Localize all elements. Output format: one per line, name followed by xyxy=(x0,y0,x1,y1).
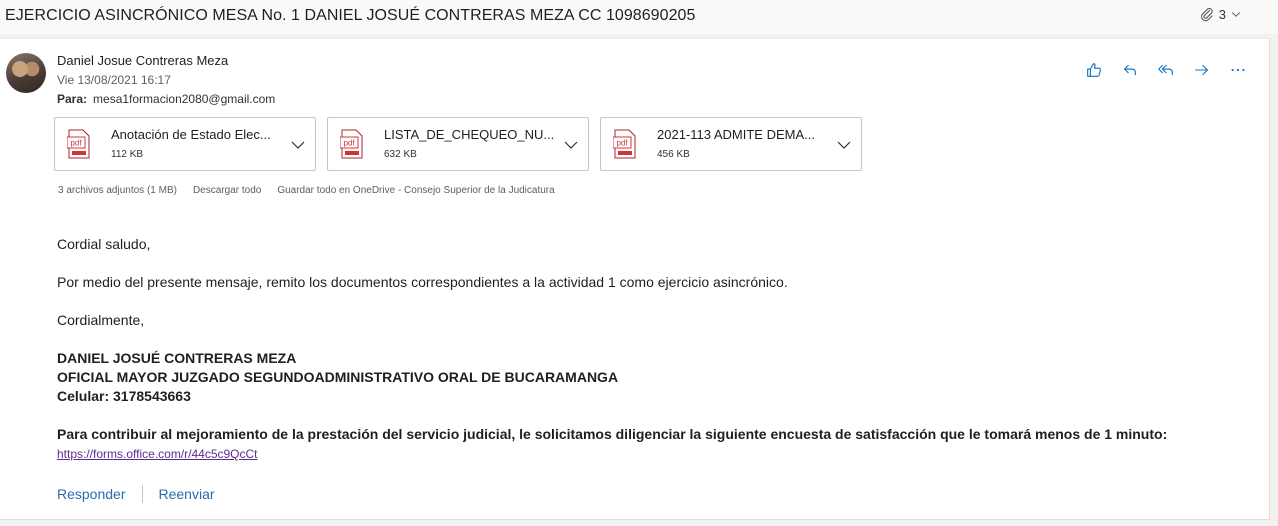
subject-bar: EJERCICIO ASINCRÓNICO MESA No. 1 DANIEL … xyxy=(0,0,1278,34)
signature-name: DANIEL JOSUÉ CONTRERAS MEZA xyxy=(57,350,297,366)
svg-text:pdf: pdf xyxy=(70,139,82,148)
email-reading-pane: Daniel Josue Contreras Meza Vie 13/08/20… xyxy=(0,38,1270,520)
attachment-size: 112 KB xyxy=(111,149,144,160)
sent-date: Vie 13/08/2021 16:17 xyxy=(57,73,171,87)
like-button[interactable] xyxy=(1083,59,1105,81)
svg-text:pdf: pdf xyxy=(343,139,355,148)
chevron-down-icon[interactable] xyxy=(289,136,307,154)
pdf-icon: pdf xyxy=(613,129,636,159)
closing: Cordialmente, xyxy=(57,312,145,328)
more-icon xyxy=(1231,68,1245,72)
sender-name[interactable]: Daniel Josue Contreras Meza xyxy=(57,53,228,68)
signature: DANIEL JOSUÉ CONTRERAS MEZA OFICIAL MAYO… xyxy=(57,349,618,406)
avatar[interactable] xyxy=(6,53,46,93)
like-icon xyxy=(1087,63,1101,77)
attachment-card[interactable]: pdf Anotación de Estado Elec... 112 KB xyxy=(54,117,316,171)
attachment-name: 2021-113 ADMITE DEMA... xyxy=(657,127,815,142)
attachment-size: 456 KB xyxy=(657,149,690,160)
to-label: Para: xyxy=(57,92,88,106)
signature-title: OFICIAL MAYOR JUZGADO SEGUNDOADMINISTRAT… xyxy=(57,369,619,385)
signature-phone: Celular: 3178543663 xyxy=(57,388,191,404)
forward-link[interactable]: Reenviar xyxy=(159,486,215,502)
reply-icon xyxy=(1124,64,1136,76)
attachment-count-button[interactable]: 3 xyxy=(1199,6,1242,22)
reply-button[interactable] xyxy=(1119,59,1141,81)
attachment-name: Anotación de Estado Elec... xyxy=(111,127,271,142)
svg-text:pdf: pdf xyxy=(616,139,628,148)
reply-all-button[interactable] xyxy=(1155,59,1177,81)
attachment-summary: 3 archivos adjuntos (1 MB) xyxy=(58,185,177,196)
download-all-link[interactable]: Descargar todo xyxy=(193,185,261,196)
reply-all-icon xyxy=(1158,64,1173,76)
chevron-down-icon[interactable] xyxy=(835,136,853,154)
message-actions xyxy=(1083,59,1249,81)
footer-actions: Responder Reenviar xyxy=(57,485,215,503)
survey-link[interactable]: https://forms.office.com/r/44c5c9QcCt xyxy=(57,447,258,461)
chevron-down-icon[interactable] xyxy=(562,136,580,154)
email-subject: EJERCICIO ASINCRÓNICO MESA No. 1 DANIEL … xyxy=(5,7,696,24)
recipient-line: Para: mesa1formacion2080@gmail.com xyxy=(57,92,275,106)
attachment-count: 3 xyxy=(1218,6,1226,22)
save-to-onedrive-link[interactable]: Guardar todo en OneDrive - Consejo Super… xyxy=(277,185,554,196)
forward-icon xyxy=(1195,64,1208,76)
greeting: Cordial saludo, xyxy=(57,236,151,252)
message-text: Por medio del presente mensaje, remito l… xyxy=(57,274,788,290)
survey-text: Para contribuir al mejoramiento de la pr… xyxy=(57,426,1168,442)
attachment-card[interactable]: pdf LISTA_DE_CHEQUEO_NU... 632 KB xyxy=(327,117,589,171)
recipient-address[interactable]: mesa1formacion2080@gmail.com xyxy=(93,92,275,106)
attachment-meta: 3 archivos adjuntos (1 MB) Descargar tod… xyxy=(58,185,555,196)
pdf-icon: pdf xyxy=(340,129,363,159)
more-actions-button[interactable] xyxy=(1227,59,1249,81)
attachment-size: 632 KB xyxy=(384,149,417,160)
survey-notice: Para contribuir al mejoramiento de la pr… xyxy=(57,425,1197,464)
attachment-name: LISTA_DE_CHEQUEO_NU... xyxy=(384,127,555,142)
paperclip-icon xyxy=(1200,7,1213,22)
attachment-card[interactable]: pdf 2021-113 ADMITE DEMA... 456 KB xyxy=(600,117,862,171)
pdf-icon: pdf xyxy=(67,129,90,159)
attachment-list: pdf Anotación de Estado Elec... 112 KB p… xyxy=(54,117,862,171)
divider xyxy=(141,485,143,503)
chevron-down-icon xyxy=(1231,12,1241,17)
forward-button[interactable] xyxy=(1191,59,1213,81)
reply-link[interactable]: Responder xyxy=(57,486,126,502)
